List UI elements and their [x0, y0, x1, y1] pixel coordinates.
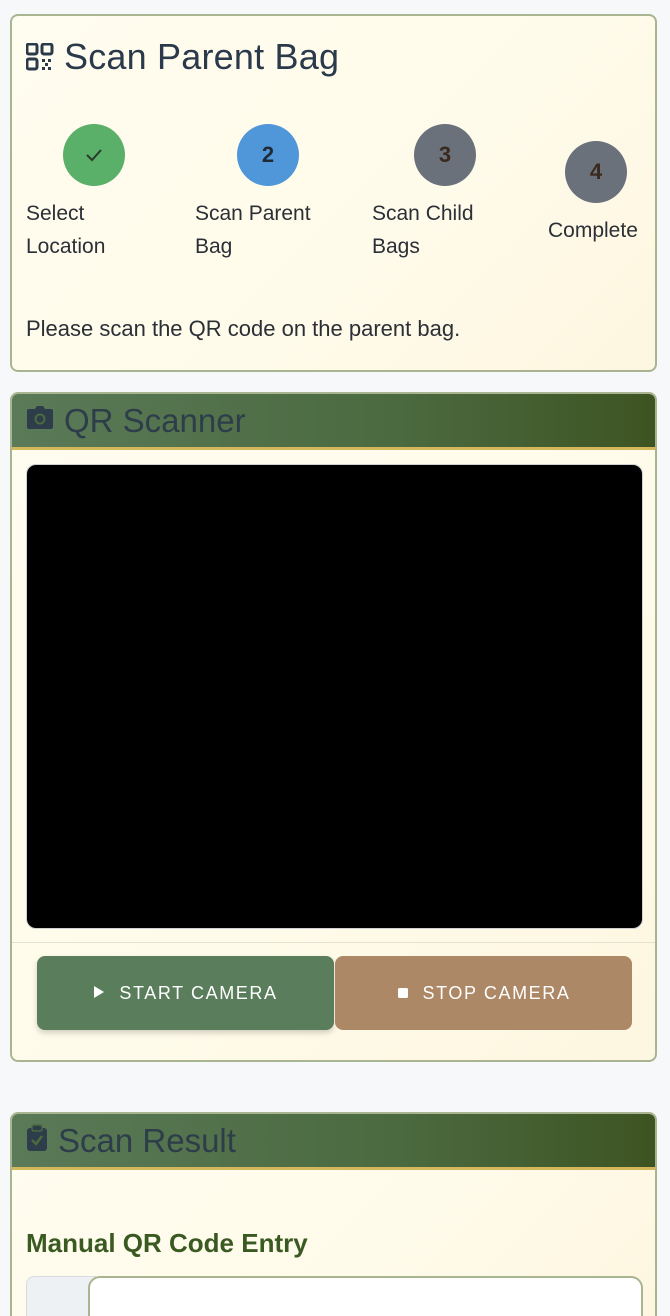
page-title: Scan Parent Bag	[64, 36, 340, 77]
step-3-label: Scan Child Bags	[372, 202, 474, 258]
step-4-circle: 4	[565, 141, 627, 203]
step-scan-parent-bag: 2 Scan Parent Bag	[195, 124, 311, 263]
scanner-title: QR Scanner	[64, 401, 246, 439]
qr-scanner-card: QR Scanner START CAMERA STOP CAMERA	[10, 392, 657, 1062]
scan-result-card: Scan Result Manual QR Code Entry	[10, 1112, 657, 1316]
input-prefix	[26, 1276, 96, 1316]
qr-code-input[interactable]	[88, 1276, 643, 1316]
camera-icon	[26, 406, 54, 435]
step-2-label: Scan Parent Bag	[195, 202, 311, 258]
stop-camera-label: STOP CAMERA	[422, 982, 571, 1003]
manual-entry-title: Manual QR Code Entry	[26, 1228, 308, 1258]
instruction-text: Please scan the QR code on the parent ba…	[26, 316, 461, 341]
step-select-location: Select Location	[26, 124, 125, 263]
divider	[12, 942, 655, 943]
step-scan-child-bags: 3 Scan Child Bags	[372, 124, 476, 263]
stop-camera-button[interactable]: STOP CAMERA	[335, 956, 632, 1030]
step-3-circle: 3	[414, 124, 476, 186]
qrcode-icon	[26, 43, 54, 71]
step-complete: 4 Complete	[548, 141, 638, 247]
step-1-label: Select Location	[26, 202, 106, 258]
clipboard-check-icon	[26, 1124, 48, 1157]
scanner-header: QR Scanner	[12, 394, 655, 450]
step-progress: Select Location 2 Scan Parent Bag 3 Scan…	[12, 124, 655, 284]
start-camera-button[interactable]: START CAMERA	[37, 956, 334, 1030]
step-2-circle: 2	[237, 124, 299, 186]
play-icon	[93, 983, 105, 1004]
result-title: Scan Result	[58, 1121, 236, 1159]
stop-icon	[397, 983, 409, 1004]
camera-viewport	[26, 464, 643, 929]
page-header: Scan Parent Bag	[26, 36, 339, 78]
result-header: Scan Result	[12, 1114, 655, 1170]
check-icon	[85, 142, 103, 168]
step-1-circle	[63, 124, 125, 186]
progress-card: Scan Parent Bag Select Location 2 Scan P…	[10, 14, 657, 372]
step-4-label: Complete	[548, 219, 638, 242]
start-camera-label: START CAMERA	[119, 982, 278, 1003]
